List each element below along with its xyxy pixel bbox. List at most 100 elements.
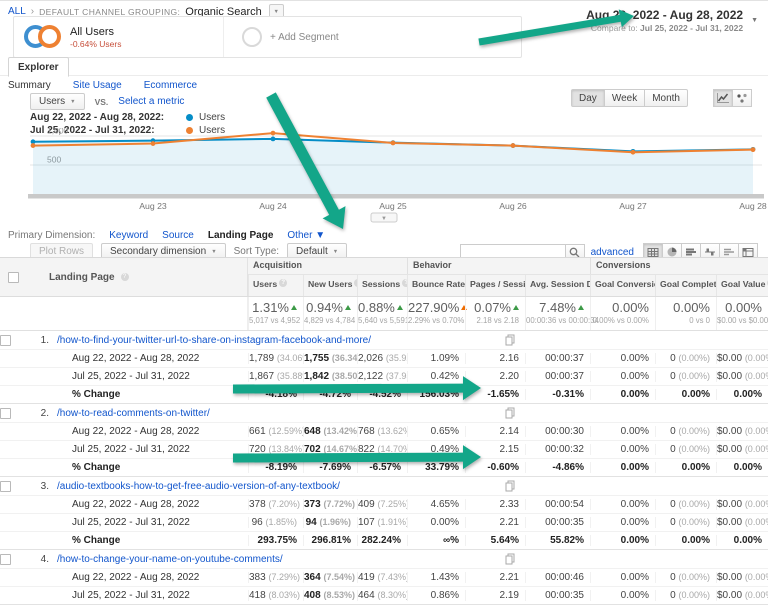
period-row: Aug 22, 2022 - Aug 28, 2022661 (12.59%)6… [0, 422, 768, 440]
table-row-group: 4./how-to-change-your-name-on-youtube-co… [0, 550, 768, 605]
summary-metric: 1.31%5,017 vs 4,952 [248, 297, 303, 330]
column-header-goal-value[interactable]: Goal Value? [716, 275, 768, 296]
tab-summary[interactable]: Summary [8, 80, 51, 91]
copy-icon[interactable] [505, 334, 515, 349]
chevron-down-icon: ▼ [274, 9, 279, 15]
metric-cell: 0.00% [590, 590, 655, 601]
percent-change-cell: 0.00% [655, 389, 716, 400]
primary-dimension-label: Primary Dimension: [8, 230, 95, 241]
help-icon[interactable]: ? [279, 279, 287, 287]
copy-icon[interactable] [505, 407, 515, 422]
period-label: Aug 22, 2022 - Aug 28, 2022 [0, 572, 248, 583]
period-row: Aug 22, 2022 - Aug 28, 2022378 (7.20%)37… [0, 495, 768, 513]
percent-change-cell: 293.75% [248, 535, 303, 546]
motion-chart-icon[interactable] [732, 89, 752, 107]
column-header-avg-session-duration[interactable]: Avg. Session Duration? [525, 275, 590, 296]
copy-icon[interactable] [505, 553, 515, 568]
chart-data-point [751, 147, 756, 152]
period-row: Jul 25, 2022 - Jul 31, 2022720 (13.84%)7… [0, 440, 768, 458]
add-segment-label: + Add Segment [270, 32, 339, 43]
column-header-goal-conversion-rate[interactable]: Goal Conversion Rate? [590, 275, 655, 296]
metric-select-button[interactable]: Users▼ [30, 93, 85, 110]
metric-cell: 1.43% [407, 572, 465, 583]
metric-cell: 0.00% [590, 371, 655, 382]
segment-title: All Users [70, 26, 122, 38]
tab-ecommerce[interactable]: Ecommerce [144, 80, 197, 91]
metric-cell: $0.00 (0.00%) [716, 371, 768, 382]
metric-cell: 373 (7.72%) [303, 499, 357, 510]
landing-page-link[interactable]: /how-to-change-your-name-on-youtube-comm… [57, 554, 283, 565]
metric-cell: 0.86% [407, 590, 465, 601]
column-header-new-users[interactable]: New Users?↓ [303, 275, 357, 296]
table-header: Landing Page?AcquisitionBehaviorConversi… [0, 257, 768, 297]
legend-dot-icon [186, 114, 193, 121]
column-header-users[interactable]: Users? [248, 275, 303, 296]
landing-page-header[interactable]: Landing Page? [0, 258, 248, 296]
landing-page-link[interactable]: /audio-textbooks-how-to-get-free-audio-v… [57, 481, 340, 492]
select-all-checkbox[interactable] [8, 272, 19, 283]
metric-cell: 2.21 [465, 572, 525, 583]
primary-dimension-landing-page[interactable]: Landing Page [208, 230, 274, 241]
line-chart-icon[interactable] [713, 89, 733, 107]
metric-cell: $0.00 (0.00%) [716, 426, 768, 437]
row-checkbox[interactable] [0, 408, 11, 419]
trend-up-icon [291, 305, 297, 310]
metric-cell: 2.19 [465, 590, 525, 601]
column-header-bounce-rate[interactable]: Bounce Rate? [407, 275, 465, 296]
primary-dimension-keyword[interactable]: Keyword [109, 230, 148, 241]
period-row: Jul 25, 2022 - Jul 31, 2022418 (8.03%)40… [0, 586, 768, 604]
tab-site-usage[interactable]: Site Usage [73, 80, 122, 91]
landing-page-link[interactable]: /how-to-find-your-twitter-url-to-share-o… [57, 335, 371, 346]
metric-cell: 768 (13.62%) [357, 426, 407, 437]
segment-delta: -0.64% Users [70, 39, 122, 49]
select-a-metric-link[interactable]: Select a metric [118, 96, 184, 107]
metric-cell: 2.16 [465, 353, 525, 364]
metric-cell: 1,867 (35.88%) [248, 371, 303, 382]
metric-cell: $0.00 (0.00%) [716, 353, 768, 364]
metric-cell: 2,026 (35.92%) [357, 353, 407, 364]
chevron-down-icon: ▼ [751, 17, 758, 24]
percent-change-row: % Change-8.19%-7.69%-6.57%33.79%-0.60%-4… [0, 458, 768, 476]
segment-all-users[interactable]: All Users -0.64% Users [14, 17, 224, 57]
metric-cell: 0 (0.00%) [655, 426, 716, 437]
column-header-goal-completions[interactable]: Goal Completions? [655, 275, 716, 296]
metric-cell: 364 (7.54%) [303, 572, 357, 583]
column-header-sessions[interactable]: Sessions? [357, 275, 407, 296]
metric-cell: $0.00 (0.00%) [716, 517, 768, 528]
granularity-day-button[interactable]: Day [571, 89, 605, 107]
add-segment-button[interactable]: + Add Segment [224, 27, 339, 47]
metric-cell: 648 (13.42%) [303, 426, 357, 437]
metric-cell: 1.09% [407, 353, 465, 364]
percent-change-cell: -1.65% [465, 389, 525, 400]
percent-change-label: % Change [0, 535, 248, 546]
primary-dimension-other[interactable]: Other ▼ [287, 230, 325, 241]
tab-explorer[interactable]: Explorer [8, 57, 69, 77]
row-index: 1. [19, 335, 49, 346]
percent-change-cell: 0.00% [716, 389, 768, 400]
percent-change-cell: ∞% [407, 535, 465, 546]
column-header-pages-session[interactable]: Pages / Session? [465, 275, 525, 296]
metric-cell: $0.00 (0.00%) [716, 499, 768, 510]
landing-page-link[interactable]: /how-to-read-comments-on-twitter/ [57, 408, 210, 419]
copy-icon[interactable] [505, 480, 515, 495]
metric-cell: 0.00% [590, 444, 655, 455]
percent-change-cell: 33.79% [407, 462, 465, 473]
metric-cell: 00:00:37 [525, 371, 590, 382]
percent-change-cell: 0.00% [716, 462, 768, 473]
percent-change-cell: 0.00% [716, 535, 768, 546]
primary-dimension-source[interactable]: Source [162, 230, 194, 241]
row-checkbox[interactable] [0, 335, 11, 346]
help-icon[interactable]: ? [121, 273, 129, 281]
granularity-month-button[interactable]: Month [644, 89, 688, 107]
advanced-search-link[interactable]: advanced [591, 247, 634, 258]
row-checkbox[interactable] [0, 481, 11, 492]
date-range-picker[interactable]: Aug 22, 2022 - Aug 28, 2022 Compare to: … [586, 8, 758, 33]
metric-cell: 0.00% [407, 517, 465, 528]
metric-cell: $0.00 (0.00%) [716, 590, 768, 601]
granularity-week-button[interactable]: Week [604, 89, 645, 107]
table-row-group: 1. /how-to-find-your-twitter-url-to-share… [0, 331, 768, 404]
percent-change-cell: 0.00% [655, 462, 716, 473]
trend-up-icon [397, 305, 403, 310]
row-checkbox[interactable] [0, 554, 11, 565]
metric-cell: 0.49% [407, 444, 465, 455]
